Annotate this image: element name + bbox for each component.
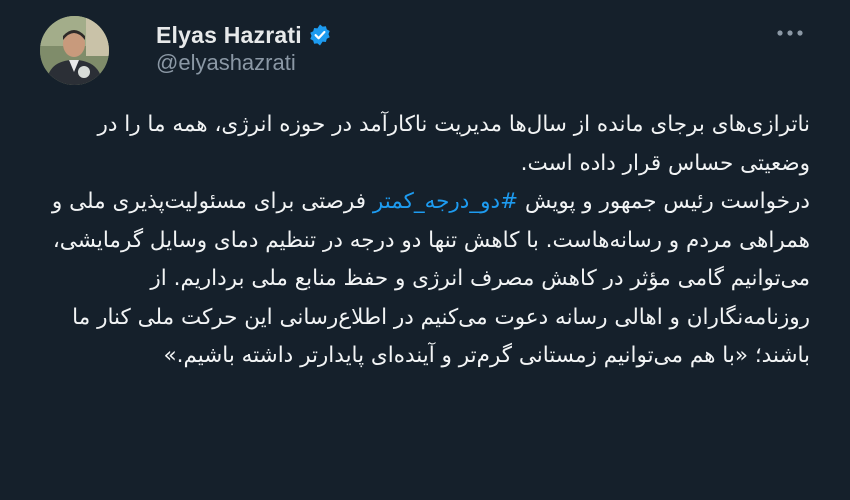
avatar[interactable]	[40, 16, 109, 85]
tweet-paragraph-1: ناترازی‌های برجای مانده از سال‌ها مدیریت…	[97, 112, 810, 176]
tweet-text: ناترازی‌های برجای مانده از سال‌ها مدیریت…	[40, 106, 810, 376]
tweet-card: Elyas Hazrati @elyashazrati ناترازی‌های …	[0, 0, 850, 500]
author-name-row: Elyas Hazrati	[156, 20, 332, 50]
tweet-text-before-hashtag: درخواست رئیس جمهور و پویش	[518, 189, 810, 214]
tweet-paragraph-2: درخواست رئیس جمهور و پویش #دو_درجه_کمتر …	[40, 183, 810, 376]
tweet-text-after-hashtag: فرصتی برای مسئولیت‌پذیری ملی و همراهی مر…	[51, 189, 810, 368]
author-handle[interactable]: @elyashazrati	[156, 50, 296, 76]
hashtag-link[interactable]: #دو_درجه_کمتر	[373, 189, 518, 214]
verified-badge-icon	[308, 23, 332, 47]
author-display-name[interactable]: Elyas Hazrati	[156, 22, 302, 49]
more-options-icon[interactable]	[770, 20, 810, 46]
profile-photo-image	[40, 16, 109, 85]
